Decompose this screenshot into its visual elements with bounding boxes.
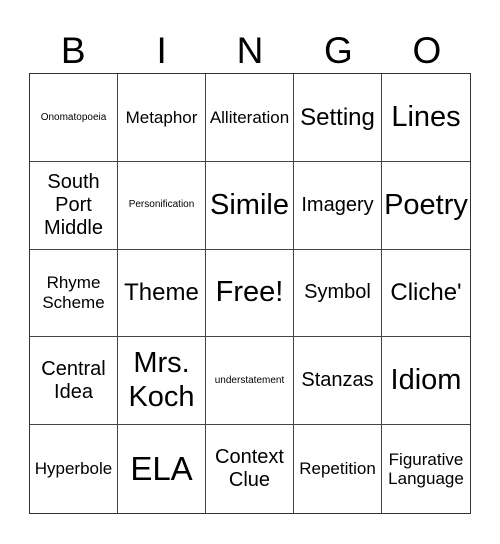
bingo-cell[interactable]: Imagery [294, 161, 382, 250]
bingo-cell[interactable]: Idiom [382, 337, 470, 426]
header-letter-o: O [412, 30, 442, 71]
header-letter-g: G [324, 30, 353, 71]
bingo-cell[interactable]: Symbol [294, 249, 382, 338]
bingo-cell[interactable]: Setting [294, 74, 382, 162]
bingo-cell[interactable]: Poetry [382, 162, 470, 250]
bingo-cell[interactable]: Rhyme Scheme [30, 249, 118, 338]
header-letter-i: I [156, 30, 167, 71]
bingo-header: B I N G O [29, 30, 471, 72]
bingo-cell[interactable]: Hyperbole [30, 425, 118, 513]
bingo-cell[interactable]: Repetition [294, 425, 382, 513]
bingo-cell[interactable]: ELA [118, 425, 206, 513]
bingo-cell[interactable]: Onomatopoeia [30, 74, 118, 162]
bingo-cell[interactable]: Lines [382, 74, 470, 162]
bingo-cell[interactable]: Personification [118, 161, 206, 250]
bingo-cell[interactable]: Simile [206, 161, 294, 250]
bingo-cell[interactable]: South Port Middle [30, 161, 118, 250]
bingo-cell[interactable]: understatement [206, 337, 294, 426]
header-letter-b: B [60, 30, 86, 71]
bingo-cell[interactable]: Figurative Language [382, 425, 470, 513]
bingo-cell[interactable]: Free! [206, 249, 294, 338]
bingo-cell[interactable]: Alliteration [206, 74, 294, 162]
bingo-card-grid: Onomatopoeia Metaphor Alliteration Setting L… [29, 73, 471, 514]
bingo-cell[interactable]: Context Clue [206, 425, 294, 513]
bingo-cell[interactable]: Central Idea [30, 337, 118, 426]
bingo-cell[interactable]: Theme [118, 249, 206, 338]
bingo-cell[interactable]: Cliche' [382, 250, 470, 338]
bingo-cell[interactable]: Metaphor [118, 74, 206, 162]
bingo-cell[interactable]: Mrs. Koch [118, 337, 206, 426]
bingo-cell[interactable]: Stanzas [294, 337, 382, 426]
header-letter-n: N [236, 30, 264, 71]
